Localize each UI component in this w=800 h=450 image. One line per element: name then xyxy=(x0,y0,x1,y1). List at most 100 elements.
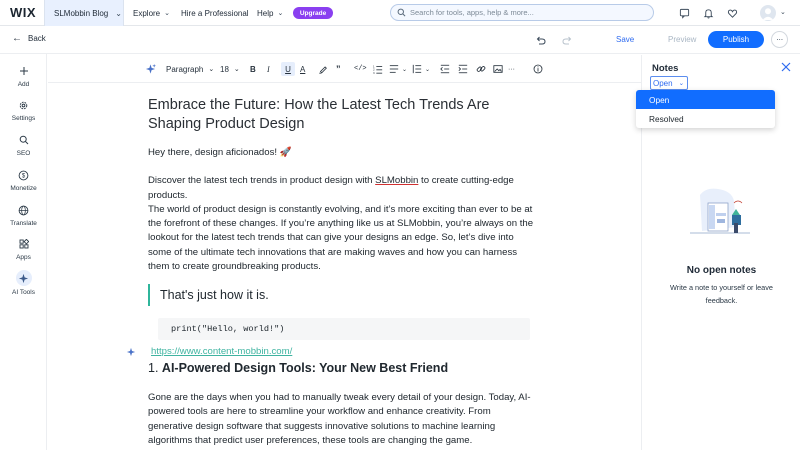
apps-icon xyxy=(17,237,31,251)
sidebar-item-label: Settings xyxy=(11,115,36,122)
nav-hire-label: Hire a Professional xyxy=(181,8,249,18)
more-format-icon[interactable]: ··· xyxy=(508,63,515,75)
dropdown-option-open[interactable]: Open xyxy=(636,90,775,109)
decrease-indent-icon[interactable] xyxy=(440,63,450,75)
spellcheck-word[interactable]: SLMobbin xyxy=(375,175,418,186)
italic-icon[interactable]: I xyxy=(267,63,270,75)
text-style-value: Paragraph xyxy=(166,64,204,74)
panel-title: Notes xyxy=(652,63,679,74)
font-size-value: 18 xyxy=(220,64,229,74)
chevron-down-icon: ⌄ xyxy=(678,80,685,87)
chat-icon[interactable] xyxy=(677,6,691,20)
formatting-toolbar: Paragraph ⌄ 18 ⌄ B I U A ” </> 123 ⌄ ⌄ ·… xyxy=(48,55,641,83)
text-color-icon[interactable]: A xyxy=(300,63,305,75)
bell-icon[interactable] xyxy=(701,6,715,20)
info-icon[interactable] xyxy=(533,63,543,75)
empty-state-description: Write a note to yourself or leave feedba… xyxy=(670,283,773,305)
filter-dropdown: Open Resolved xyxy=(636,90,775,128)
ai-sparkle-icon[interactable] xyxy=(126,347,136,357)
notes-filter-select[interactable]: Open ⌄ xyxy=(650,76,688,90)
bullet-list-icon[interactable] xyxy=(389,63,399,75)
font-size-select[interactable]: 18 ⌄ xyxy=(220,63,240,75)
line-spacing-icon[interactable] xyxy=(412,63,422,75)
search-input[interactable] xyxy=(410,8,640,17)
search-bar[interactable] xyxy=(390,4,654,21)
nav-hire-professional[interactable]: Hire a Professional xyxy=(181,0,249,26)
heading-text: AI-Powered Design Tools: Your New Best F… xyxy=(161,361,449,375)
editor-header: ← Back Save Preview Publish ··· xyxy=(0,26,800,54)
sidebar-item-label: Monetize xyxy=(10,185,37,192)
dollar-icon: $ xyxy=(17,168,31,182)
upgrade-button[interactable]: Upgrade xyxy=(293,7,333,19)
dropdown-option-resolved[interactable]: Resolved xyxy=(636,109,775,128)
back-label: Back xyxy=(28,34,46,43)
sidebar-item-settings[interactable]: Settings xyxy=(0,98,47,122)
site-name: SLMobbin Blog xyxy=(54,8,109,18)
save-button[interactable]: Save xyxy=(616,35,634,44)
chevron-down-icon[interactable]: ⌄ xyxy=(402,63,407,75)
empty-notes-illustration xyxy=(690,188,750,234)
increase-indent-icon[interactable] xyxy=(458,63,468,75)
sidebar-item-apps[interactable]: Apps xyxy=(0,237,47,261)
nav-explore-label: Explore xyxy=(133,8,161,18)
sidebar-item-label: Apps xyxy=(16,254,31,261)
close-icon[interactable] xyxy=(781,62,791,72)
chevron-down-icon[interactable]: ⌄ xyxy=(425,63,430,75)
avatar[interactable] xyxy=(760,5,776,21)
search-icon xyxy=(397,8,406,17)
nav-help-label: Help xyxy=(257,8,274,18)
gear-icon xyxy=(17,98,31,112)
publish-button[interactable]: Publish xyxy=(708,31,764,48)
sidebar-item-ai-tools[interactable]: AI Tools xyxy=(0,270,47,296)
wix-logo[interactable]: WIX xyxy=(10,5,36,20)
post-title[interactable]: Embrace the Future: How the Latest Tech … xyxy=(148,96,538,134)
sidebar-item-monetize[interactable]: $ Monetize xyxy=(0,168,47,192)
post-paragraph[interactable]: The world of product design is constantl… xyxy=(148,203,538,274)
back-button[interactable]: ← Back xyxy=(12,33,46,43)
redo-icon[interactable] xyxy=(561,34,573,46)
chevron-down-icon: ⌄ xyxy=(164,10,170,17)
sidebar-item-translate[interactable]: Translate xyxy=(0,203,47,227)
chevron-down-icon: ⌄ xyxy=(277,10,284,17)
chevron-down-icon: ⌄ xyxy=(115,8,122,18)
highlight-icon[interactable] xyxy=(318,63,328,75)
heart-icon[interactable] xyxy=(725,6,739,20)
sidebar-item-label: Add xyxy=(17,81,30,88)
top-bar: WIX SLMobbin Blog ⌄ Explore ⌄ Hire a Pro… xyxy=(0,0,800,26)
site-selector[interactable]: SLMobbin Blog ⌄ xyxy=(44,0,124,26)
nav-help[interactable]: Help ⌄ xyxy=(257,0,283,26)
post-paragraph[interactable]: Gone are the days when you had to manual… xyxy=(148,391,538,448)
text-style-select[interactable]: Paragraph ⌄ xyxy=(166,63,214,75)
svg-text:$: $ xyxy=(22,173,26,179)
ai-sparkle-icon[interactable] xyxy=(145,63,156,75)
filter-value: Open xyxy=(653,78,673,88)
url-link[interactable]: https://www.content-mobbin.com/ xyxy=(151,346,292,357)
post-greeting[interactable]: Hey there, design aficionados! 🚀 xyxy=(148,146,538,160)
numbered-list-icon[interactable]: 123 xyxy=(373,63,383,75)
undo-icon[interactable] xyxy=(535,34,547,46)
nav-explore[interactable]: Explore ⌄ xyxy=(133,0,170,26)
underline-icon[interactable]: U xyxy=(281,62,295,76)
plus-icon xyxy=(17,64,31,78)
more-options-button[interactable]: ··· xyxy=(771,31,788,48)
post-paragraph-intro[interactable]: Discover the latest tech trends in produ… xyxy=(148,174,538,203)
quote-icon[interactable]: ” xyxy=(336,63,341,75)
section-heading[interactable]: 1. AI-Powered Design Tools: Your New Bes… xyxy=(148,361,448,375)
notes-panel: Notes Open ⌄ Open Resolved No open notes… xyxy=(636,55,800,450)
heading-number: 1. xyxy=(148,361,159,375)
link-icon[interactable] xyxy=(476,63,486,75)
image-icon[interactable] xyxy=(493,63,503,75)
preview-button[interactable]: Preview xyxy=(668,35,696,44)
sidebar-item-add[interactable]: Add xyxy=(0,64,47,88)
sidebar-item-label: AI Tools xyxy=(11,289,35,296)
globe-icon xyxy=(17,203,31,217)
bold-icon[interactable]: B xyxy=(250,63,256,75)
chevron-down-icon: ⌄ xyxy=(233,66,240,73)
code-icon[interactable]: </> xyxy=(354,63,367,75)
chevron-down-icon[interactable]: ⌄ xyxy=(780,8,786,16)
empty-state-title: No open notes xyxy=(686,265,757,276)
code-block[interactable]: print("Hello, world!") xyxy=(158,318,530,340)
post-editor[interactable]: Embrace the Future: How the Latest Tech … xyxy=(148,96,538,274)
block-quote[interactable]: That's just how it is. xyxy=(148,284,528,306)
sidebar-item-seo[interactable]: SEO xyxy=(0,133,47,157)
